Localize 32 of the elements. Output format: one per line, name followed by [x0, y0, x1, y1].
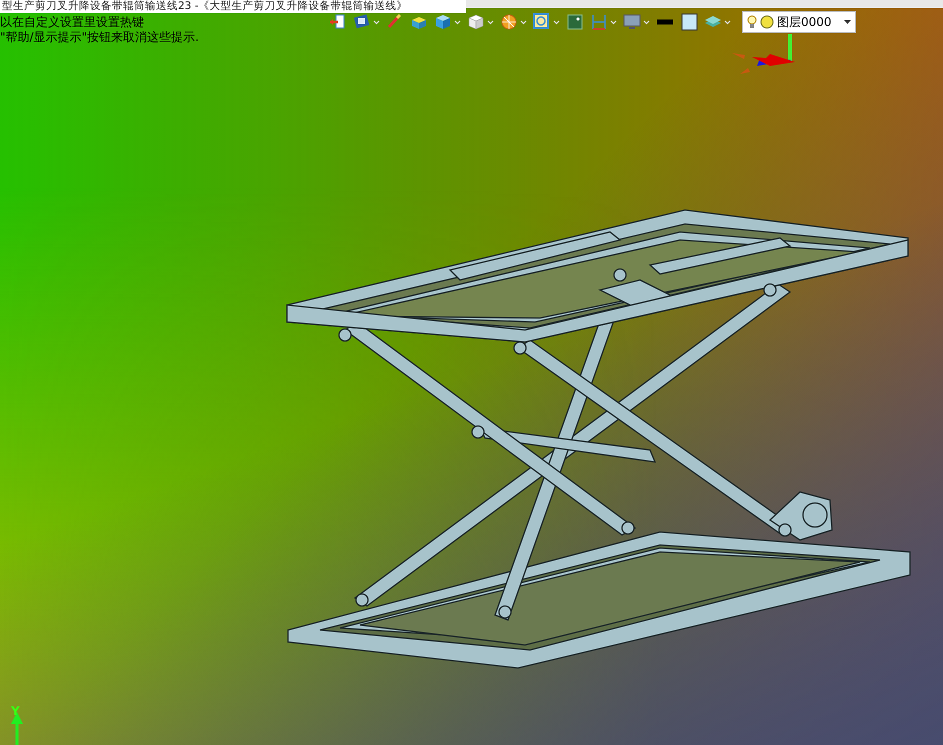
caret-icon: [724, 20, 731, 24]
axis-triad-icon: [732, 34, 795, 74]
hint-text: 以在自定义设置里设置热键: [0, 15, 145, 30]
caret-icon: [373, 20, 380, 24]
cube-icon: [467, 13, 485, 31]
caret-icon: [487, 20, 494, 24]
dimension-icon: [590, 13, 608, 31]
monitor-icon: [623, 13, 641, 31]
toolbar-button[interactable]: [679, 12, 699, 32]
caret-icon: [610, 20, 617, 24]
toolbar-button[interactable]: [655, 18, 675, 26]
frame-icon: [566, 13, 584, 31]
zoom-icon: [533, 13, 551, 31]
square-icon: [680, 13, 698, 31]
hint-text: "帮助/显示提示"按钮来取消这些提示.: [0, 30, 199, 45]
caret-icon: [553, 20, 560, 24]
view-icon: [353, 13, 371, 31]
circle-icon: [760, 15, 774, 29]
caret-icon: [643, 20, 650, 24]
caret-icon: [844, 20, 851, 24]
caret-icon: [520, 20, 527, 24]
lightbulb-icon: [747, 14, 757, 30]
axis-label: Y: [11, 703, 20, 720]
document-tab[interactable]: 型生产剪刀叉升降设备带辊筒输送线23 -《大型生产剪刀叉升降设备带辊筒输送线》: [0, 0, 466, 13]
brush-icon: [386, 13, 404, 31]
toolbar-button[interactable]: [433, 12, 462, 32]
caret-icon: [454, 20, 461, 24]
pie-icon: [500, 13, 518, 31]
exit-icon: [329, 13, 347, 31]
layer-dropdown[interactable]: 图层0000: [742, 11, 856, 33]
layer-name: 图层0000: [777, 14, 832, 31]
cube-icon: [434, 13, 452, 31]
